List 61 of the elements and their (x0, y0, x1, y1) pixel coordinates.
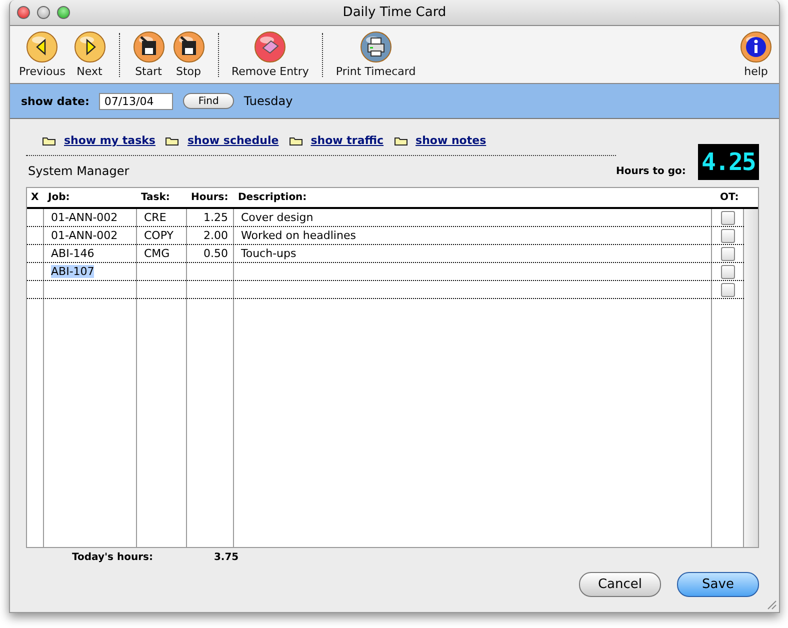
user-name: System Manager (28, 164, 130, 178)
link[interactable]: show my tasks (64, 134, 156, 147)
link[interactable]: show traffic (310, 134, 384, 147)
toolbar-button[interactable]: Previous (16, 31, 68, 78)
floppy-disk-icon (132, 31, 164, 63)
window-title: Daily Time Card (342, 5, 446, 20)
eraser-icon (254, 31, 286, 63)
table-cell: 01-ANN-002 (51, 211, 118, 224)
column-header: OT: (719, 192, 740, 203)
find-button[interactable]: Find (183, 93, 234, 109)
column-header: Job: (46, 192, 71, 203)
table-cell: 2.00 (204, 229, 228, 242)
column-header: Description: (237, 192, 308, 203)
digital-display: 4.25 (698, 144, 759, 180)
overtime-checkbox[interactable] (721, 246, 735, 260)
cancel-button[interactable]: Cancel (579, 572, 661, 597)
save-button[interactable]: Save (677, 572, 759, 597)
overtime-checkbox[interactable] (721, 282, 735, 296)
info-icon (740, 31, 772, 63)
date-label: show date: (21, 94, 90, 108)
total-value: 3.75 (214, 552, 239, 562)
table-cell: 1.25 (204, 211, 228, 224)
table-cell: Cover design (241, 211, 314, 224)
table-cell: COPY (144, 229, 174, 242)
help-button[interactable]: help (737, 31, 775, 78)
overtime-checkbox[interactable] (721, 264, 735, 278)
zoom-button[interactable] (57, 6, 70, 19)
resize-grip-icon[interactable] (765, 598, 777, 610)
folder-icon (42, 136, 56, 146)
minimize-button[interactable] (37, 6, 50, 19)
table-cell: CRE (144, 211, 166, 224)
toolbar-button[interactable]: Print Timecard (332, 31, 419, 78)
toolbar-button[interactable]: Next (70, 31, 108, 78)
column-header: Hours: (190, 192, 230, 203)
floppy-disk-icon (172, 31, 204, 63)
column-header: X (30, 192, 40, 203)
table-cell: 0.50 (204, 247, 228, 260)
table-cell: ABI-107 (51, 265, 94, 278)
hours-to-go-label: Hours to go: (616, 166, 686, 177)
table-cell: ABI-146 (51, 247, 94, 260)
table-cell: CMG (144, 247, 170, 260)
table-cell: Touch-ups (241, 247, 296, 260)
overtime-checkbox[interactable] (721, 210, 735, 224)
printer-icon (360, 31, 392, 63)
close-button[interactable] (17, 6, 30, 19)
table-cell: 01-ANN-002 (51, 229, 118, 242)
scrollbar-track[interactable] (744, 209, 758, 547)
folder-icon (288, 136, 303, 146)
toolbar-button[interactable]: Remove Entry (228, 31, 312, 78)
date-field[interactable]: 07/13/04 (99, 92, 174, 110)
folder-icon (165, 136, 180, 146)
folder-icon (394, 136, 408, 146)
toolbar-button[interactable]: Start (130, 31, 168, 78)
toolbar-button[interactable]: Stop (170, 31, 208, 78)
link[interactable]: show notes (416, 134, 486, 147)
weekday-text: Tuesday (244, 94, 293, 108)
column-header: Task: (140, 192, 171, 203)
link[interactable]: show schedule (187, 134, 279, 147)
total-label: Today's hours: (72, 552, 153, 562)
table-cell: Worked on headlines (241, 229, 356, 242)
overtime-checkbox[interactable] (721, 228, 735, 242)
